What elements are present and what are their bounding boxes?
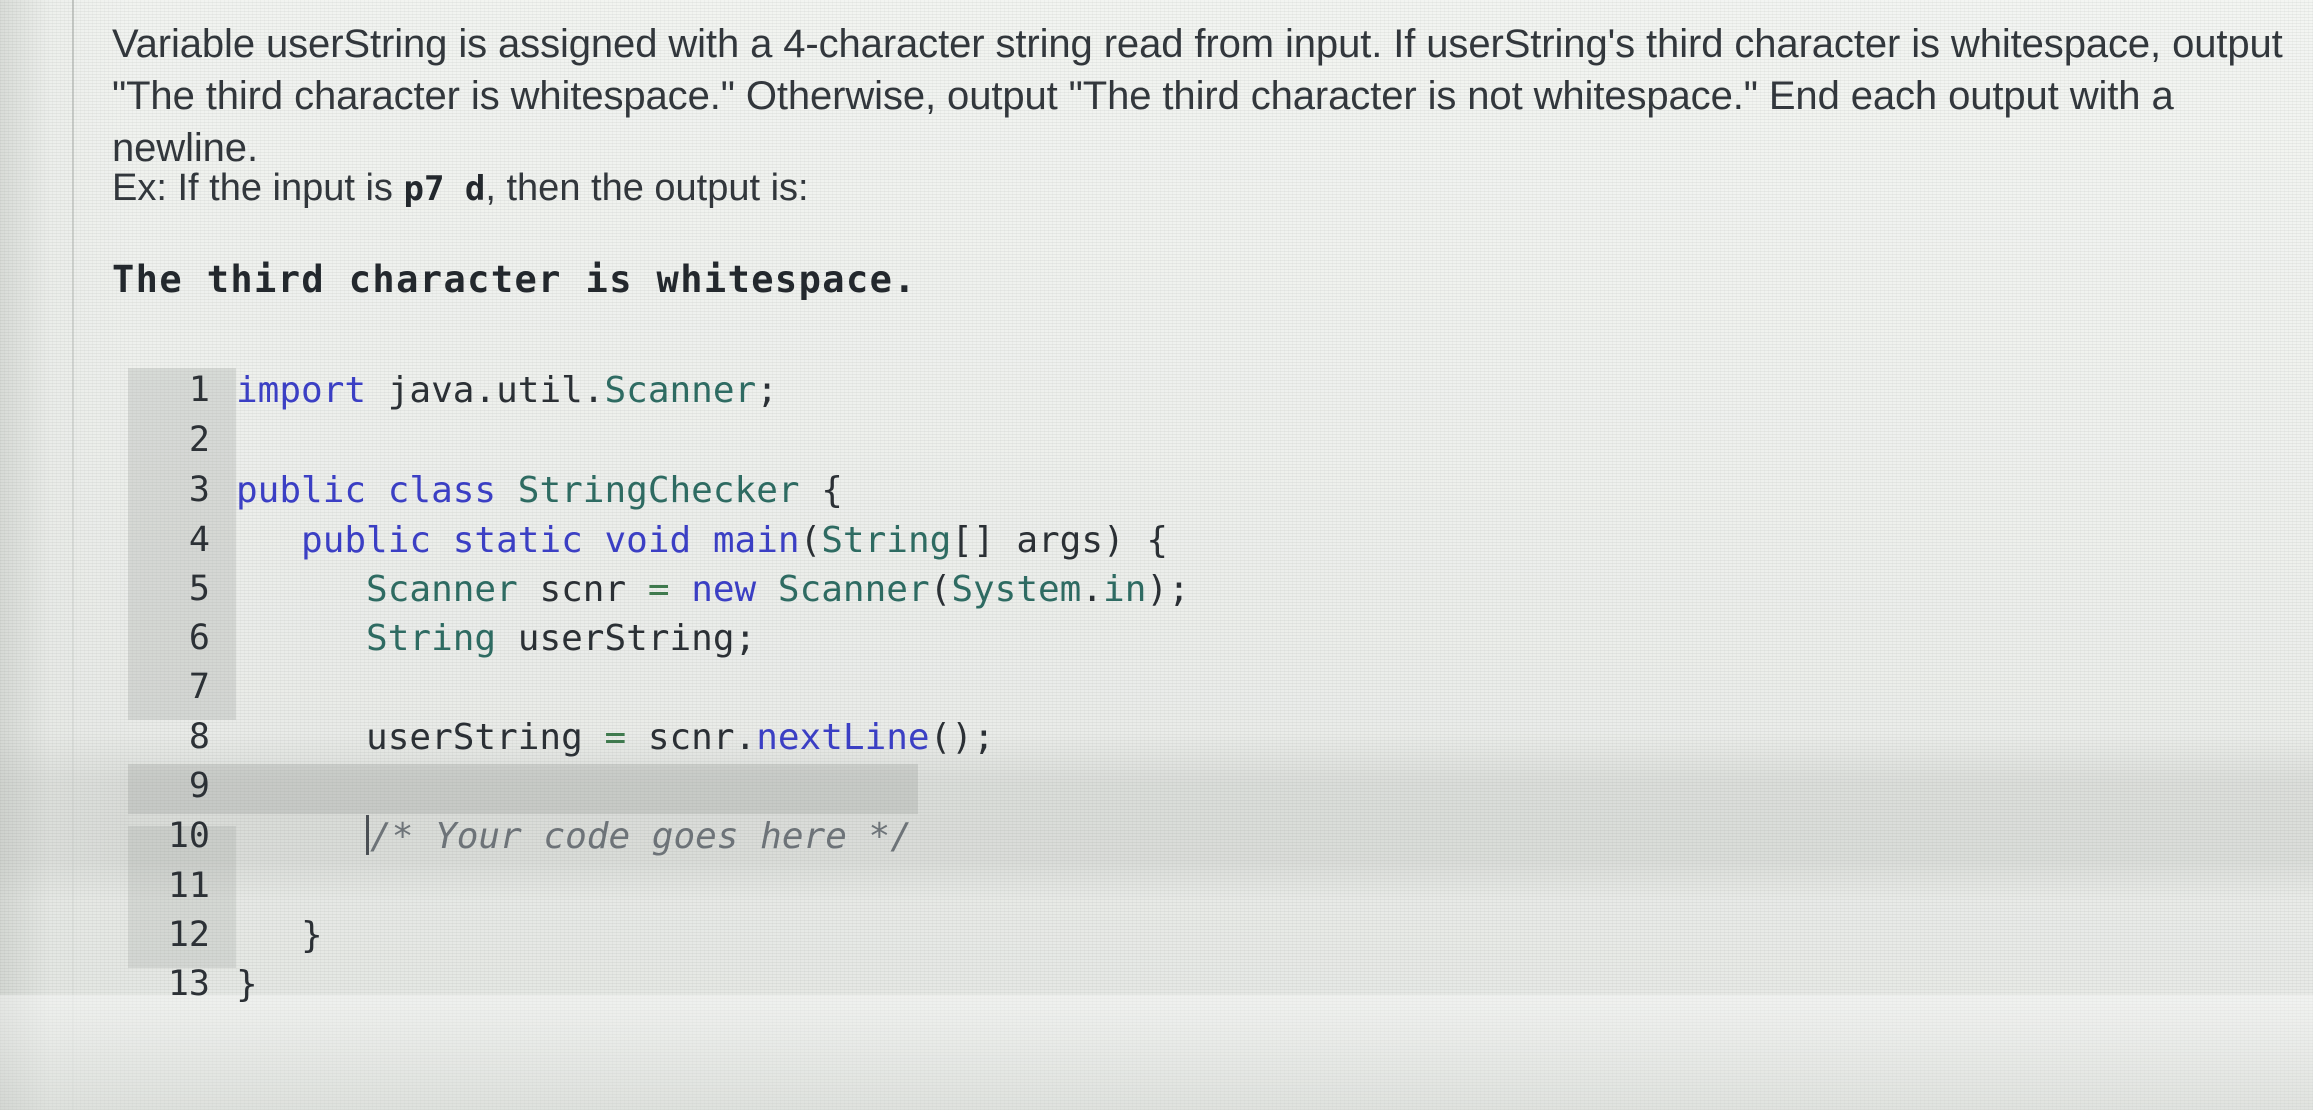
code-line-content[interactable]: /* Your code goes here */	[214, 815, 912, 857]
code-line-content[interactable]: }	[214, 915, 323, 956]
example-suffix: , then the output is:	[485, 167, 809, 209]
code-line-13[interactable]: 13 }	[128, 962, 258, 1006]
line-number: 8	[188, 717, 210, 757]
line-number: 4	[188, 520, 210, 560]
code-line-5[interactable]: 5 Scanner scnr = new Scanner(System.in);	[128, 567, 1190, 611]
line-number: 11	[167, 866, 210, 906]
code-line-6[interactable]: 6 String userString;	[128, 616, 756, 660]
active-line-highlight	[128, 764, 918, 814]
code-line-7[interactable]: 7	[128, 665, 236, 709]
line-number: 9	[188, 766, 210, 806]
code-line-8[interactable]: 8 userString = scnr.nextLine();	[128, 715, 995, 759]
line-number: 6	[188, 618, 210, 658]
code-line-2[interactable]: 2	[128, 418, 236, 462]
line-number: 12	[167, 915, 210, 955]
code-editor[interactable]: 1 import java.util.Scanner; 2 3 public c…	[128, 368, 2228, 1005]
code-line-content[interactable]: userString = scnr.nextLine();	[214, 717, 995, 758]
code-line-4[interactable]: 4 public static void main(String[] args)…	[128, 518, 1168, 562]
problem-statement: Variable userString is assigned with a 4…	[112, 22, 2283, 170]
code-line-9[interactable]: 9	[128, 764, 236, 808]
code-line-content[interactable]: }	[214, 964, 258, 1005]
line-number: 1	[188, 370, 210, 410]
line-number: 2	[188, 420, 210, 460]
code-line-content[interactable]: import java.util.Scanner;	[214, 370, 778, 411]
line-number: 10	[167, 816, 210, 856]
code-line-content[interactable]: Scanner scnr = new Scanner(System.in);	[214, 569, 1190, 610]
example-line: Ex: If the input is p7 d, then the outpu…	[112, 164, 809, 213]
example-input-value: p7 d	[403, 169, 486, 209]
code-line-1[interactable]: 1 import java.util.Scanner;	[128, 368, 778, 412]
code-line-12[interactable]: 12 }	[128, 913, 323, 957]
text-cursor	[366, 815, 370, 855]
code-line-3[interactable]: 3 public class StringChecker {	[128, 468, 843, 512]
code-line-content[interactable]: public static void main(String[] args) {	[214, 520, 1168, 561]
code-line-content[interactable]: String userString;	[214, 618, 756, 659]
code-line-10[interactable]: 10 /* Your code goes here */	[128, 814, 912, 858]
line-number: 5	[188, 569, 210, 609]
line-number: 13	[167, 964, 210, 1004]
exercise-content: Variable userString is assigned with a 4…	[0, 0, 2313, 1110]
line-number: 7	[188, 667, 210, 707]
example-prefix: Ex: If the input is	[112, 167, 404, 209]
code-line-content[interactable]: public class StringChecker {	[214, 470, 843, 511]
example-output-text: The third character is whitespace.	[112, 258, 917, 301]
code-line-11[interactable]: 11	[128, 864, 236, 908]
line-number: 3	[188, 470, 210, 510]
